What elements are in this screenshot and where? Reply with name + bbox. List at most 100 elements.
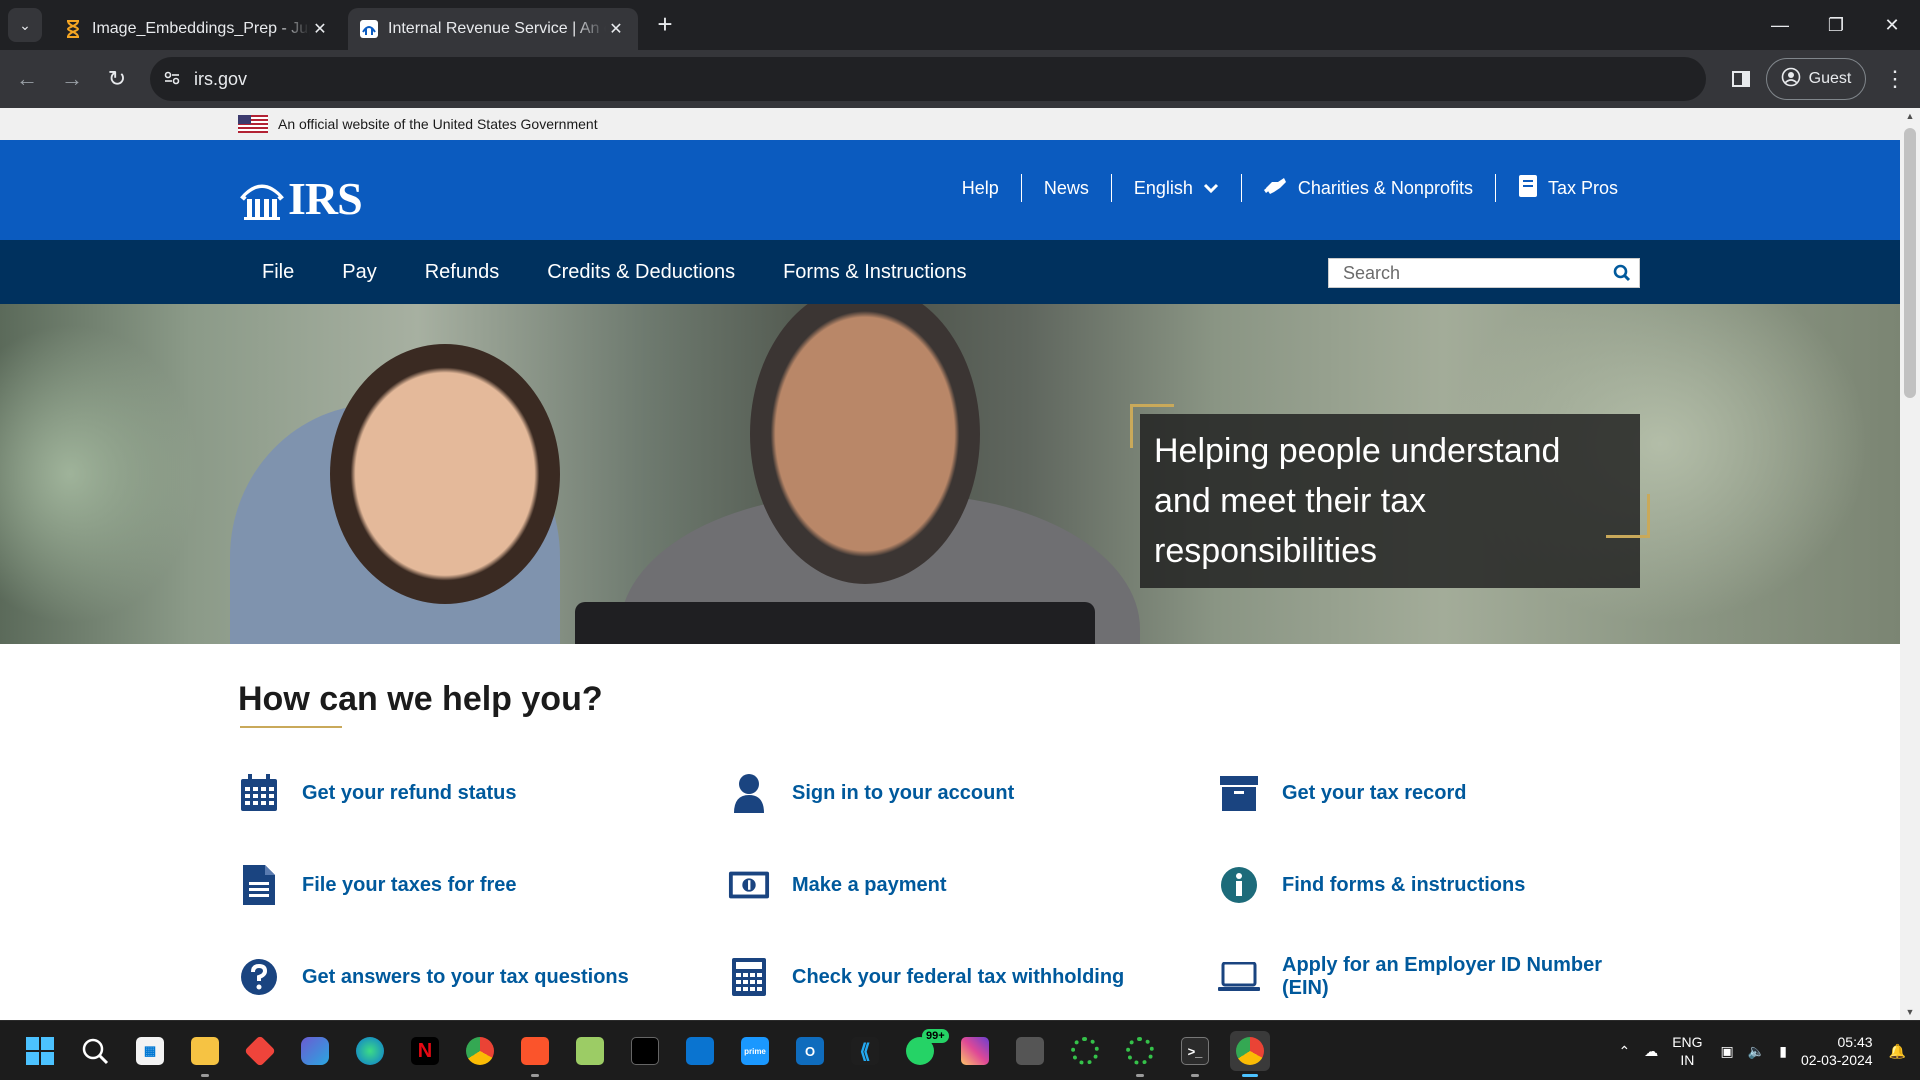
terminal-icon[interactable] <box>625 1031 665 1071</box>
virtual-box-icon[interactable] <box>1010 1031 1050 1071</box>
search-input[interactable] <box>1329 262 1605 284</box>
scrollbar-thumb[interactable] <box>1904 128 1916 398</box>
help-link-label: Check your federal tax withholding <box>792 965 1125 988</box>
scroll-down-icon[interactable]: ▼ <box>1900 1004 1920 1020</box>
help-link-ein[interactable]: Apply for an Employer ID Number (EIN) <box>1218 954 1638 999</box>
util-nav-news[interactable]: News <box>1020 174 1111 202</box>
profile-button[interactable]: Guest <box>1766 58 1866 100</box>
help-link-withholding[interactable]: Check your federal tax withholding <box>728 956 1218 998</box>
new-tab-button[interactable]: + <box>650 10 680 40</box>
nav-forms-instructions[interactable]: Forms & Instructions <box>759 261 990 284</box>
minimize-icon[interactable]: — <box>1752 0 1808 50</box>
help-link-tax-record[interactable]: Get your tax record <box>1218 772 1638 814</box>
language-code: ENG <box>1672 1034 1703 1050</box>
nav-refunds[interactable]: Refunds <box>401 261 524 284</box>
browser-toolbar: ← → ↻ irs.gov Guest ⋮ <box>0 50 1920 108</box>
side-panel-icon[interactable] <box>1726 64 1756 94</box>
irs-logo[interactable]: IRS <box>238 172 363 225</box>
hero-caption: Helping people understand and meet their… <box>1140 414 1640 588</box>
account-circle-icon <box>1781 67 1801 92</box>
book-icon <box>1518 174 1538 203</box>
help-links-grid: Get your refund status Sign in to your a… <box>238 772 1638 999</box>
util-nav-label: News <box>1043 177 1089 198</box>
chevron-up-icon[interactable]: ⌃ <box>1618 1043 1630 1060</box>
calculator-icon <box>728 956 770 998</box>
microsoft-store-icon[interactable]: ▦ <box>130 1031 170 1071</box>
chrome-icon[interactable] <box>460 1031 500 1071</box>
instagram-icon[interactable] <box>955 1031 995 1071</box>
volume-muted-icon[interactable]: 🔈 <box>1748 1043 1765 1060</box>
nav-pay[interactable]: Pay <box>318 261 400 284</box>
util-nav-help[interactable]: Help <box>940 174 1021 202</box>
netflix-icon[interactable]: N <box>405 1031 445 1071</box>
nav-file[interactable]: File <box>238 261 318 284</box>
help-link-tax-questions[interactable]: Get answers to your tax questions <box>238 956 728 998</box>
anydesk-icon[interactable] <box>240 1031 280 1071</box>
help-link-label: Apply for an Employer ID Number (EIN) <box>1282 954 1603 999</box>
network-icon[interactable]: ▣ <box>1721 1043 1734 1060</box>
search-icon[interactable] <box>1605 258 1639 288</box>
browser-tabstrip: ⌄ Image_Embeddings_Prep - Jupyter ✕ Inte… <box>0 0 1920 50</box>
tab-jupyter[interactable]: Image_Embeddings_Prep - Jupyter ✕ <box>52 8 342 50</box>
util-nav-charities[interactable]: Charities & Nonprofits <box>1240 174 1495 202</box>
outlook-icon[interactable]: O <box>790 1031 830 1071</box>
search-icon[interactable] <box>75 1031 115 1071</box>
close-tab-icon[interactable]: ✕ <box>606 19 626 39</box>
onedrive-icon[interactable]: ☁ <box>1644 1043 1658 1060</box>
whatsapp-icon[interactable]: 99+ <box>900 1029 949 1071</box>
clock[interactable]: 05:43 02-03-2024 <box>1801 1033 1873 1069</box>
vscode-icon[interactable]: ⟪ <box>845 1031 885 1071</box>
reload-icon[interactable]: ↻ <box>100 62 134 96</box>
brave-icon[interactable] <box>515 1031 555 1077</box>
question-icon <box>238 956 280 998</box>
help-link-sign-in[interactable]: Sign in to your account <box>728 772 1218 814</box>
help-link-find-forms[interactable]: Find forms & instructions <box>1218 864 1638 906</box>
progress-ring-icon[interactable] <box>1120 1031 1160 1077</box>
site-settings-icon[interactable] <box>150 71 194 88</box>
help-link-label: File your taxes for free <box>302 873 517 896</box>
language-indicator[interactable]: ENG IN <box>1672 1033 1702 1069</box>
windows-app-icon[interactable] <box>680 1031 720 1071</box>
prime-video-icon[interactable]: prime <box>735 1031 775 1071</box>
nav-credits-deductions[interactable]: Credits & Deductions <box>523 261 759 284</box>
file-explorer-icon[interactable] <box>185 1031 225 1077</box>
title-underline <box>240 726 342 728</box>
help-link-label: Make a payment <box>792 873 947 896</box>
caption-corner-decoration <box>1606 494 1650 538</box>
window-controls: — ❐ ✕ <box>1752 0 1920 50</box>
notepad-icon[interactable] <box>570 1031 610 1071</box>
tab-search-chevron-icon[interactable]: ⌄ <box>8 8 42 42</box>
notification-bell-icon[interactable]: 🔔 <box>1889 1043 1906 1060</box>
back-icon[interactable]: ← <box>10 62 44 96</box>
tab-irs[interactable]: Internal Revenue Service | An official w… <box>348 8 638 50</box>
help-link-make-payment[interactable]: Make a payment <box>728 864 1218 906</box>
calendar-icon <box>238 772 280 814</box>
forward-icon[interactable]: → <box>55 62 89 96</box>
util-nav-label: English <box>1133 177 1193 198</box>
document-icon <box>238 864 280 906</box>
address-bar[interactable]: irs.gov <box>150 57 1706 101</box>
page-scrollbar[interactable]: ▲ ▼ <box>1900 108 1920 1020</box>
chrome-active-icon[interactable] <box>1230 1031 1270 1077</box>
scroll-up-icon[interactable]: ▲ <box>1900 108 1920 124</box>
windows-start-icon[interactable] <box>20 1031 60 1071</box>
battery-icon[interactable]: ▮ <box>1779 1043 1787 1060</box>
util-nav-label: Help <box>961 177 999 198</box>
close-tab-icon[interactable]: ✕ <box>310 19 330 39</box>
kebab-menu-icon[interactable]: ⋮ <box>1880 64 1910 94</box>
help-link-file-free[interactable]: File your taxes for free <box>238 864 728 906</box>
copilot-icon[interactable] <box>295 1031 335 1071</box>
powershell-icon[interactable]: >_ <box>1175 1031 1215 1077</box>
util-nav-tax-pros[interactable]: Tax Pros <box>1494 174 1640 203</box>
language-selector[interactable]: English <box>1110 174 1241 202</box>
date: 02-03-2024 <box>1800 1052 1873 1068</box>
help-link-refund-status[interactable]: Get your refund status <box>238 772 728 814</box>
restore-icon[interactable]: ❐ <box>1808 0 1864 50</box>
progress-ring-icon[interactable] <box>1065 1031 1105 1071</box>
close-window-icon[interactable]: ✕ <box>1864 0 1920 50</box>
money-bill-icon <box>728 864 770 906</box>
edge-icon[interactable] <box>350 1031 390 1071</box>
gov-banner-text: An official website of the United States… <box>278 116 598 132</box>
util-nav-label: Tax Pros <box>1547 177 1618 198</box>
utility-nav: Help News English Charities & Nonprofits <box>940 174 1640 202</box>
